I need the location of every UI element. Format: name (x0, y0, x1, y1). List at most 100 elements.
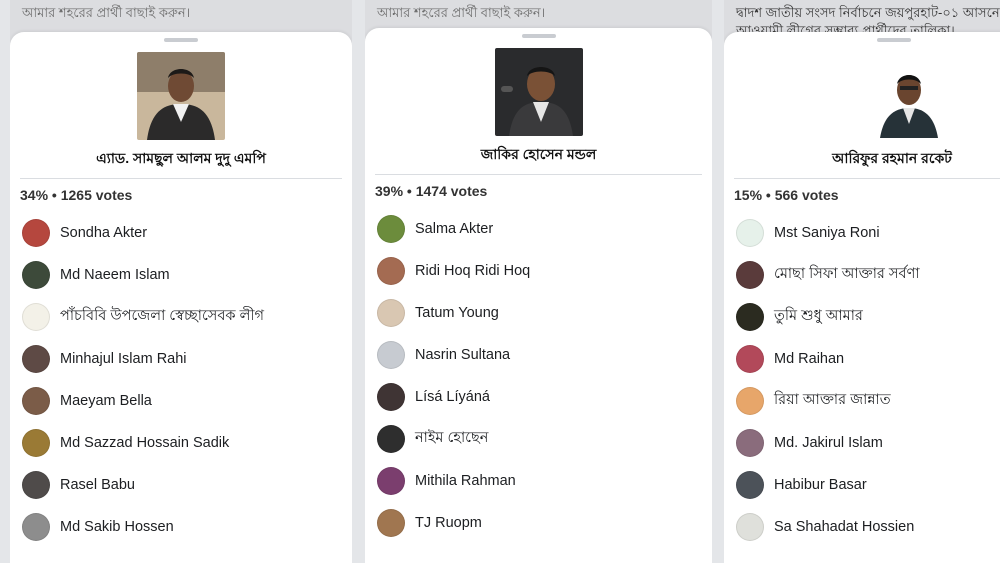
drag-handle[interactable] (521, 34, 556, 38)
avatar[interactable] (377, 257, 405, 285)
vote-count: 566 votes (774, 187, 839, 203)
avatar[interactable] (377, 383, 405, 411)
voter-item[interactable]: Md Sazzad Hossain Sadik (22, 422, 352, 464)
avatar[interactable] (736, 387, 764, 415)
voter-name[interactable]: Nasrin Sultana (415, 347, 510, 363)
voter-name[interactable]: তুমি শুধু আমার (774, 305, 863, 329)
voter-name[interactable]: মোছা সিফা আক্তার সর্বণা (774, 263, 920, 287)
vote-stats: 39% • 1474 votes (375, 183, 487, 199)
voter-list: Salma Akter Ridi Hoq Ridi Hoq Tatum Youn… (377, 208, 712, 544)
voter-name[interactable]: Maeyam Bella (60, 393, 152, 409)
voter-item[interactable]: Ridi Hoq Ridi Hoq (377, 250, 712, 292)
avatar[interactable] (22, 345, 50, 373)
voter-item[interactable]: Md Raihan (736, 338, 1000, 380)
voter-item[interactable]: Md Naeem Islam (22, 254, 352, 296)
avatar[interactable] (22, 387, 50, 415)
avatar[interactable] (736, 345, 764, 373)
avatar[interactable] (736, 513, 764, 541)
voter-item[interactable]: Mst Saniya Roni (736, 212, 1000, 254)
voter-name[interactable]: Mithila Rahman (415, 473, 516, 489)
voter-item[interactable]: Minhajul Islam Rahi (22, 338, 352, 380)
voter-name[interactable]: Md. Jakirul Islam (774, 435, 883, 451)
voter-name[interactable]: Md Naeem Islam (60, 267, 170, 283)
voter-name[interactable]: Md Sazzad Hossain Sadik (60, 435, 229, 451)
separator-dot: • (48, 187, 61, 203)
voter-item[interactable]: Lísá Líyáná (377, 376, 712, 418)
avatar[interactable] (22, 471, 50, 499)
avatar[interactable] (22, 261, 50, 289)
voter-item[interactable]: তুমি শুধু আমার (736, 296, 1000, 338)
voter-name[interactable]: Minhajul Islam Rahi (60, 351, 187, 367)
voter-name[interactable]: Tatum Young (415, 305, 499, 321)
voter-item[interactable]: Salma Akter (377, 208, 712, 250)
avatar[interactable] (22, 513, 50, 541)
voter-item[interactable]: Sa Shahadat Hossien (736, 506, 1000, 548)
voter-name[interactable]: Salma Akter (415, 221, 493, 237)
avatar[interactable] (377, 299, 405, 327)
divider (734, 178, 1000, 179)
vote-stats: 34% • 1265 votes (20, 187, 132, 203)
avatar[interactable] (22, 219, 50, 247)
voter-item[interactable]: Nasrin Sultana (377, 334, 712, 376)
avatar[interactable] (377, 341, 405, 369)
voters-sheet: জাকির হোসেন মন্ডল 39% • 1474 votes Salma… (365, 28, 712, 563)
voter-item[interactable]: Sondha Akter (22, 212, 352, 254)
voter-name[interactable]: Rasel Babu (60, 477, 135, 493)
voter-name[interactable]: Lísá Líyáná (415, 389, 490, 405)
voter-item[interactable]: Habibur Basar (736, 464, 1000, 506)
candidate-photo (137, 52, 225, 140)
vote-percent: 39% (375, 183, 404, 199)
vote-percent: 34% (20, 187, 49, 203)
voter-name[interactable]: Md Raihan (774, 351, 844, 367)
avatar[interactable] (377, 215, 405, 243)
voter-name[interactable]: রিয়া আক্তার জান্নাত (774, 389, 891, 413)
avatar[interactable] (736, 471, 764, 499)
candidate-name: জাকির হোসেন মন্ডল (480, 146, 597, 162)
voter-item[interactable]: Maeyam Bella (22, 380, 352, 422)
avatar[interactable] (736, 219, 764, 247)
avatar[interactable] (377, 425, 405, 453)
voter-item[interactable]: পাঁচবিবি উপজেলা স্বেচ্ছাসেবক লীগ (22, 296, 352, 338)
vote-count: 1265 votes (60, 187, 133, 203)
vote-count: 1474 votes (415, 183, 488, 199)
voter-item[interactable]: Md Sakib Hossen (22, 506, 352, 548)
voter-name[interactable]: Sondha Akter (60, 225, 147, 241)
avatar[interactable] (377, 509, 405, 537)
candidate-name: আরিফুর রহমান রকেট (832, 150, 952, 166)
drag-handle[interactable] (164, 38, 198, 42)
candidate-photo (874, 58, 944, 138)
voter-name[interactable]: Md Sakib Hossen (60, 519, 174, 535)
voter-name[interactable]: Mst Saniya Roni (774, 225, 880, 241)
voters-sheet: এ্যাড. সামছুল আলম দুদু এমপি 34% • 1265 v… (10, 32, 352, 563)
voters-sheet: আরিফুর রহমান রকেট 15% • 566 votes Mst Sa… (724, 32, 1000, 563)
voter-list: Sondha Akter Md Naeem Islam পাঁচবিবি উপজ… (22, 212, 352, 548)
voter-name[interactable]: TJ Ruopm (415, 515, 482, 531)
background-text-line-1: দ্বাদশ জাতীয় সংসদ নির্বাচনে জয়পুরহাট-০… (736, 5, 1000, 20)
voter-item[interactable]: Tatum Young (377, 292, 712, 334)
avatar[interactable] (22, 303, 50, 331)
voter-item[interactable]: Rasel Babu (22, 464, 352, 506)
voter-item[interactable]: রিয়া আক্তার জান্নাত (736, 380, 1000, 422)
vote-stats: 15% • 566 votes (734, 187, 839, 203)
candidate-photo (494, 48, 583, 136)
voter-item[interactable]: নাইম হোছেন (377, 418, 712, 460)
voter-name[interactable]: পাঁচবিবি উপজেলা স্বেচ্ছাসেবক লীগ (60, 305, 264, 329)
voter-name[interactable]: Sa Shahadat Hossien (774, 519, 914, 535)
divider (375, 174, 702, 175)
avatar[interactable] (736, 261, 764, 289)
avatar[interactable] (377, 467, 405, 495)
avatar[interactable] (22, 429, 50, 457)
voter-item[interactable]: Md. Jakirul Islam (736, 422, 1000, 464)
voter-name[interactable]: Ridi Hoq Ridi Hoq (415, 263, 530, 279)
avatar[interactable] (736, 429, 764, 457)
voter-item[interactable]: মোছা সিফা আক্তার সর্বণা (736, 254, 1000, 296)
candidate-name: এ্যাড. সামছুল আলম দুদু এমপি (96, 150, 266, 166)
avatar[interactable] (736, 303, 764, 331)
drag-handle[interactable] (877, 38, 911, 42)
voter-item[interactable]: Mithila Rahman (377, 460, 712, 502)
voter-name[interactable]: নাইম হোছেন (415, 427, 488, 451)
poll-column-1: আমার শহরের প্রার্থী বাছাই করুন। এ্যাড. স… (10, 0, 352, 563)
voter-name[interactable]: Habibur Basar (774, 477, 867, 493)
voter-list: Mst Saniya Roni মোছা সিফা আক্তার সর্বণা … (736, 212, 1000, 548)
voter-item[interactable]: TJ Ruopm (377, 502, 712, 544)
